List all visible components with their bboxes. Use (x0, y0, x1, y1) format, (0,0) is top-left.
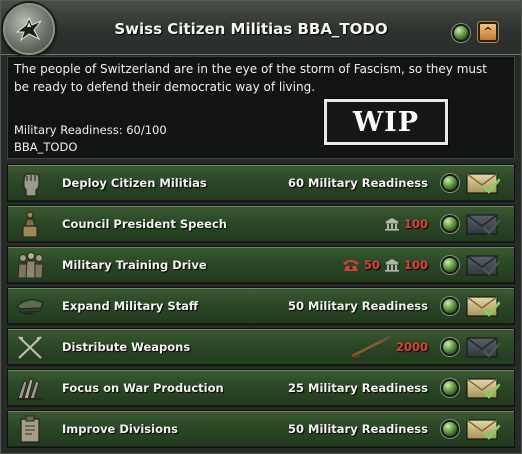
decision-label: Military Training Drive (62, 258, 207, 272)
decision-category-panel: Swiss Citizen Militias BBA_TODO ^ The pe… (0, 0, 522, 454)
decision-cost: 100 (384, 206, 428, 242)
decision-row[interactable]: Improve Divisions 50 Military Readiness (7, 410, 515, 448)
take-decision-envelope-icon[interactable] (466, 417, 501, 441)
decision-row[interactable]: Deploy Citizen Militias 60 Military Readi… (7, 164, 515, 202)
panel-title: Swiss Citizen Militias BBA_TODO (114, 20, 388, 38)
decision-cost: 2000 (350, 329, 428, 365)
decision-cost: 60 Military Readiness (288, 165, 428, 201)
officer-cap-icon (10, 290, 50, 322)
wip-badge-label: WIP (352, 106, 420, 138)
decision-cost: 50 Military Readiness (288, 411, 428, 447)
military-readiness-value: Military Readiness: 60/100 (14, 123, 167, 137)
factory-tools-icon (10, 372, 50, 404)
green-status-orb-icon (441, 174, 459, 192)
decision-label: Deploy Citizen Militias (62, 176, 207, 190)
cost-value: 2000 (395, 340, 428, 354)
cost-value: 100 (403, 258, 428, 272)
description-tag: BBA_TODO (14, 140, 78, 154)
collapse-button[interactable]: ^ (478, 22, 498, 42)
decision-label: Distribute Weapons (62, 340, 191, 354)
description-text: The people of Switzerland are in the eye… (14, 62, 487, 94)
wip-badge: WIP (323, 98, 449, 146)
unavailable-decision-envelope-icon[interactable] (466, 212, 501, 236)
cost-text: 50 Military Readiness (288, 422, 428, 436)
telephone-icon (342, 258, 360, 272)
green-status-orb-icon (441, 338, 459, 356)
take-decision-envelope-icon[interactable] (466, 171, 501, 195)
cost-value: 50 (363, 258, 380, 272)
decision-row[interactable]: Focus on War Production 25 Military Readi… (7, 369, 515, 407)
decision-label: Improve Divisions (62, 422, 179, 436)
decision-row[interactable]: Military Training Drive 50 100 (7, 246, 515, 284)
unavailable-decision-envelope-icon[interactable] (466, 253, 501, 277)
take-decision-envelope-icon[interactable] (466, 376, 501, 400)
cost-text: 50 Military Readiness (288, 299, 428, 313)
decision-cost: 50 100 (342, 247, 428, 283)
cost-value: 100 (403, 217, 428, 231)
rifle-icon (350, 336, 392, 358)
decision-cost: 25 Military Readiness (288, 370, 428, 406)
green-status-orb-icon (441, 297, 459, 315)
decision-label: Focus on War Production (62, 381, 224, 395)
decision-label: Expand Military Staff (62, 299, 199, 313)
panel-header: Swiss Citizen Militias BBA_TODO ^ (1, 1, 521, 55)
decision-row[interactable]: Council President Speech 100 (7, 205, 515, 243)
clipboard-icon (10, 413, 50, 445)
green-status-orb-icon (441, 215, 459, 233)
cost-text: 25 Military Readiness (288, 381, 428, 395)
description-box: The people of Switzerland are in the eye… (7, 56, 515, 159)
political-power-icon (384, 217, 400, 231)
decision-label: Council President Speech (62, 217, 227, 231)
chevron-up-icon: ^ (483, 24, 493, 38)
speaker-podium-icon (10, 208, 50, 240)
eagle-emblem-icon (3, 3, 55, 55)
green-status-orb-icon (441, 379, 459, 397)
green-status-orb-icon (441, 420, 459, 438)
soldiers-group-icon (10, 249, 50, 281)
decision-row[interactable]: Expand Military Staff 50 Military Readine… (7, 287, 515, 325)
decision-cost: 50 Military Readiness (288, 288, 428, 324)
political-power-icon (384, 258, 400, 272)
decision-row[interactable]: Distribute Weapons 2000 (7, 328, 515, 366)
crossed-rifles-icon (10, 331, 50, 363)
green-status-orb-icon (452, 24, 470, 42)
take-decision-envelope-icon[interactable] (466, 294, 501, 318)
raised-fist-icon (10, 167, 50, 199)
green-status-orb-icon (441, 256, 459, 274)
cost-text: 60 Military Readiness (288, 176, 428, 190)
unavailable-decision-envelope-icon[interactable] (466, 335, 501, 359)
